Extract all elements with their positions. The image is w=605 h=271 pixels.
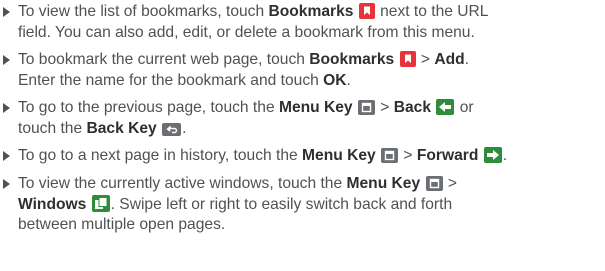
menu-key-term: Menu Key [278, 99, 353, 116]
back-term: Back [393, 99, 432, 116]
menu-key-icon [357, 100, 375, 115]
list-item-view-bookmarks: To view the list of bookmarks, touch Boo… [0, 2, 600, 43]
menu-key-icon [381, 148, 399, 163]
text: field. You can also add, edit, or delete… [18, 23, 475, 41]
forward-arrow-icon [483, 147, 502, 163]
text: > [399, 147, 417, 164]
text: To go to a next page in history, touch t… [18, 147, 303, 164]
back-key-icon [162, 122, 182, 136]
bookmark-icon [399, 51, 416, 67]
bookmarks-term: Bookmarks [309, 51, 395, 68]
ok-term: OK [323, 71, 347, 89]
bullet-arrow-icon [3, 103, 10, 113]
text: To view the list of bookmarks, touch [18, 3, 269, 20]
menu-key-icon [425, 176, 443, 191]
windows-icon [91, 194, 110, 212]
windows-term: Windows [18, 195, 87, 213]
text: To bookmark the current web page, touch [18, 51, 310, 68]
back-key-term: Back Key [86, 119, 157, 137]
bookmark-instructions-list: To view the list of bookmarks, touch Boo… [0, 0, 605, 271]
text: To view the currently active windows, to… [18, 175, 347, 192]
list-item-add-bookmark: To bookmark the current web page, touch … [0, 50, 600, 91]
text: . [502, 147, 508, 164]
forward-term: Forward [416, 147, 479, 164]
menu-key-term: Menu Key [302, 147, 376, 164]
text: > [443, 175, 457, 192]
text: . [464, 51, 469, 68]
text: . [346, 71, 351, 89]
text: . Swipe left or right to easily switch b… [110, 195, 453, 213]
list-item-next-page: To go to a next page in history, touch t… [0, 146, 600, 167]
bullet-arrow-icon [3, 179, 10, 189]
text: Enter the name for the bookmark and touc… [18, 71, 324, 89]
text: or [455, 99, 474, 116]
list-item-windows: To view the currently active windows, to… [0, 174, 600, 236]
text: . [182, 119, 187, 137]
menu-key-term: Menu Key [346, 175, 421, 192]
add-term: Add [434, 51, 465, 68]
bullet-arrow-icon [3, 151, 10, 161]
text: > [375, 99, 394, 116]
text: To go to the previous page, touch the [18, 99, 279, 116]
back-arrow-icon [436, 99, 455, 115]
bullet-arrow-icon [3, 7, 10, 17]
list-item-previous-page: To go to the previous page, touch the Me… [0, 98, 600, 139]
text: next to the URL [375, 3, 489, 20]
bookmarks-term: Bookmarks [268, 3, 354, 20]
bookmark-icon [358, 3, 375, 19]
bullet-arrow-icon [3, 55, 10, 65]
text: between multiple open pages. [18, 216, 226, 233]
text: touch the [18, 119, 87, 137]
text: > [416, 51, 435, 68]
